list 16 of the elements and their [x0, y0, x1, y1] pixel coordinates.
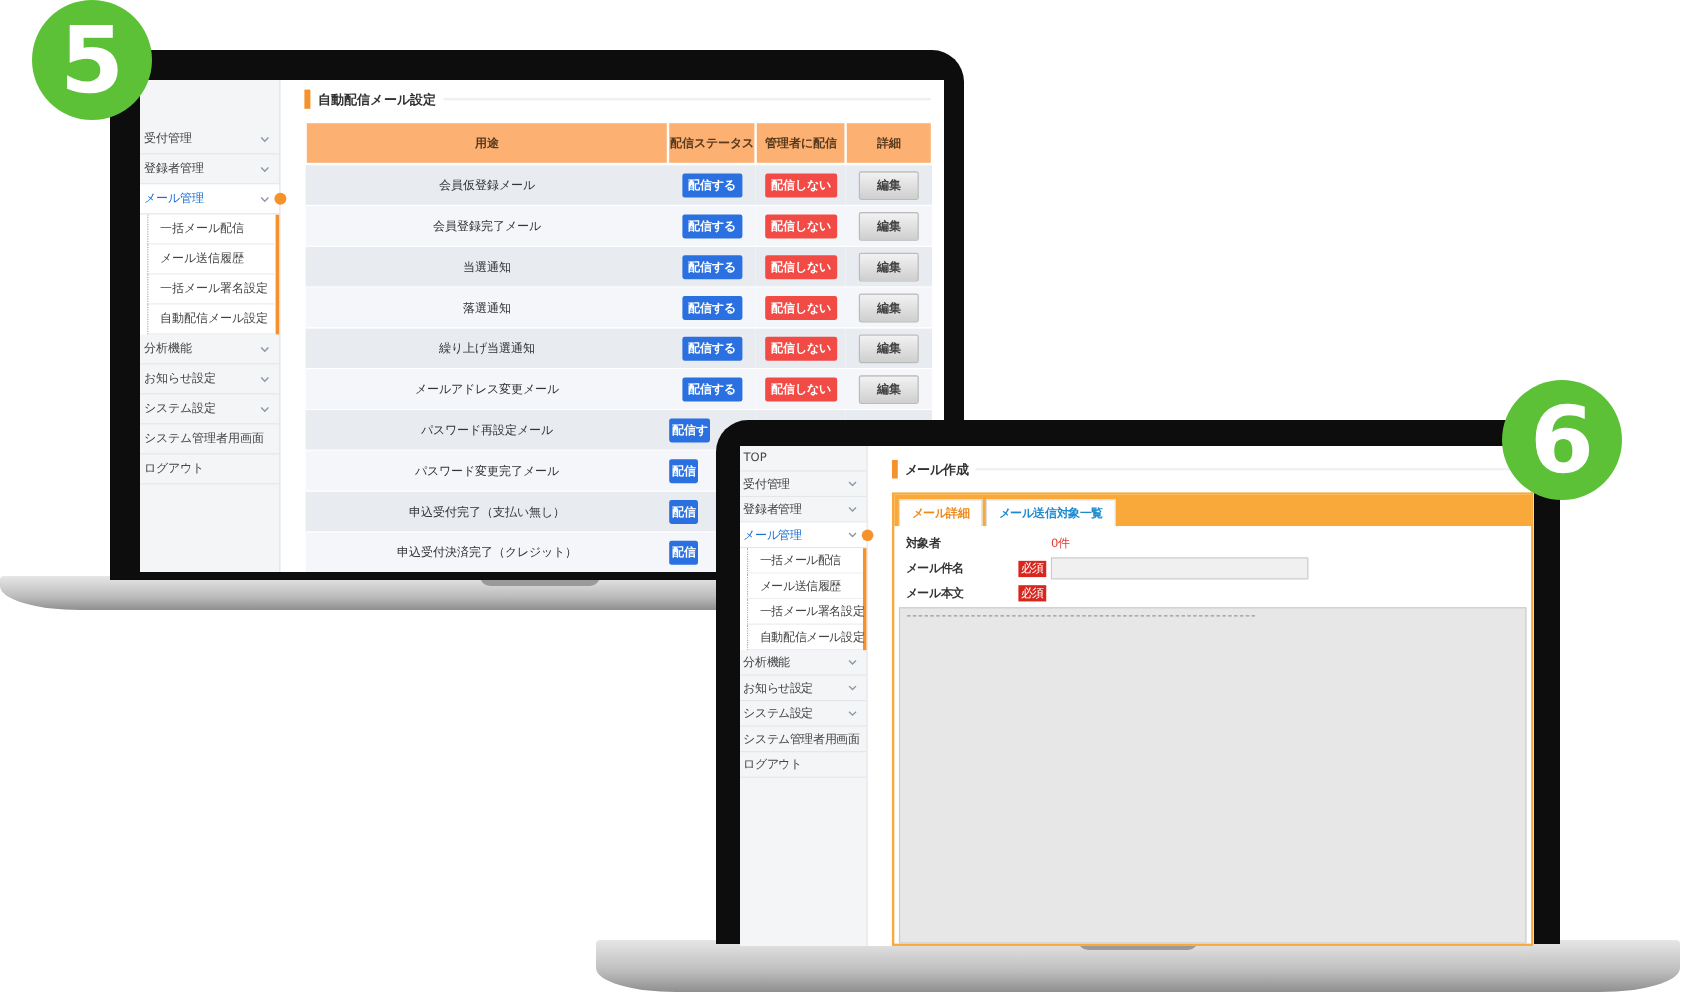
chevron-icon	[847, 531, 858, 538]
body-field[interactable]	[898, 607, 1527, 944]
chevron-icon	[260, 135, 270, 142]
chevron-icon	[847, 710, 858, 717]
step-badge: 6	[1502, 380, 1622, 500]
chevron-icon	[847, 684, 858, 691]
chevron-icon	[260, 345, 270, 352]
chevron-icon	[847, 506, 858, 513]
chevron-icon	[260, 405, 270, 412]
subject-field[interactable]	[1050, 557, 1309, 580]
chevron-icon	[260, 375, 270, 382]
chevron-icon	[847, 659, 858, 666]
chevron-icon	[260, 195, 270, 202]
step-badge: 5	[32, 0, 152, 120]
chevron-icon	[260, 165, 270, 172]
chevron-icon	[847, 480, 858, 487]
